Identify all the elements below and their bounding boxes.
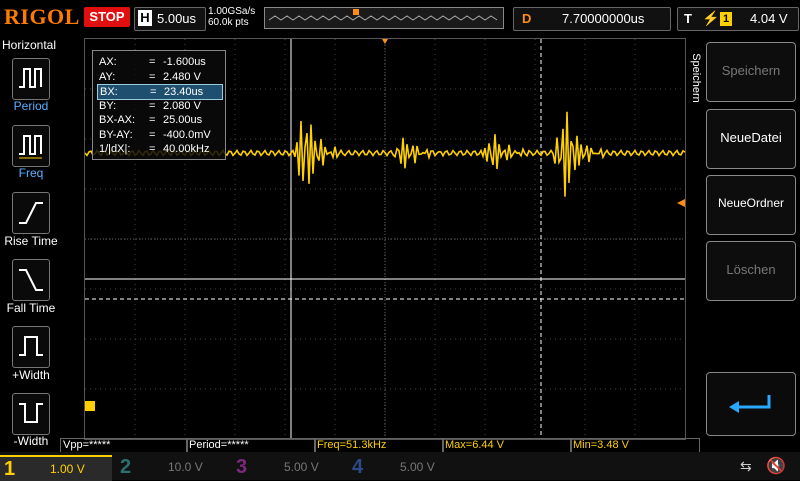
return-arrow-icon <box>729 395 771 413</box>
positive-width-icon <box>19 336 43 356</box>
cursor-row: 1/|dX|: = 40.00kHz <box>97 142 221 156</box>
fall-time-icon <box>19 269 43 291</box>
save-button-label: Speichern <box>721 63 781 78</box>
period-icon <box>19 68 42 88</box>
timebase-display[interactable]: H 5.00us <box>134 7 206 31</box>
memory-waveform-icon <box>268 9 498 21</box>
trigger-channel-badge: 1 <box>720 12 732 26</box>
trigger-label: T <box>684 11 692 26</box>
period-button[interactable] <box>12 58 50 100</box>
run-stop-indicator[interactable]: STOP <box>84 7 130 27</box>
channel-2-number: 2 <box>120 456 132 478</box>
measurement-freq: Freq=51.3kHz <box>314 438 444 453</box>
trigger-level-marker <box>677 199 685 207</box>
right-menu-title: Speichern <box>690 53 702 103</box>
freq-icon <box>19 135 42 159</box>
channel-3-scale: 5.00 V <box>284 460 319 474</box>
negative-width-label: -Width <box>13 434 49 448</box>
delay-display[interactable]: D 7.70000000us <box>513 7 671 31</box>
usb-icon: ⇆ <box>740 458 752 474</box>
cursor-row: AY: = 2.480 V <box>97 70 221 84</box>
channel-1-number: 1 <box>4 458 16 480</box>
fall-time-button[interactable] <box>12 259 50 301</box>
channel-1-scale: 1.00 V <box>50 462 85 476</box>
freq-label: Freq <box>18 166 44 180</box>
delay-value: 7.70000000us <box>562 11 645 26</box>
negative-width-icon <box>19 403 43 423</box>
measurement-min: Min=3.48 V <box>570 438 700 453</box>
mute-speaker-icon: 🔇 <box>766 458 786 475</box>
channel-1-ground-marker <box>85 401 95 411</box>
cursor-key: BY: <box>99 99 117 112</box>
cursor-key: BX: <box>100 86 118 98</box>
cursor-value: 2.480 V <box>163 70 201 83</box>
cursor-equals: = <box>149 99 156 112</box>
channel-3-tab[interactable]: 3 5.00 V <box>232 455 344 479</box>
channel-4-tab[interactable]: 4 5.00 V <box>348 455 460 479</box>
negative-width-button[interactable] <box>12 393 50 435</box>
delay-label: D <box>522 11 532 26</box>
cursor-value: 23.40us <box>164 86 204 98</box>
cursor-row: BY: = 2.080 V <box>97 99 221 113</box>
rise-time-button[interactable] <box>12 192 50 234</box>
positive-width-label: +Width <box>12 368 50 382</box>
cursor-key: BY-AY: <box>99 128 133 141</box>
new-file-button[interactable]: NeueDatei <box>706 109 796 169</box>
fall-time-label: Fall Time <box>6 301 56 315</box>
trigger-display[interactable]: T ⚡ 1 4.04 V <box>677 7 799 31</box>
cursor-equals: = <box>149 70 156 83</box>
cursor-key: AX: <box>99 56 117 68</box>
timebase-label: H <box>138 10 152 26</box>
cursor-key: BX-AX: <box>99 114 136 126</box>
new-folder-button-label: NeueOrdner <box>717 196 785 210</box>
cursor-row: AX: = -1.600us <box>97 55 221 69</box>
period-label: Period <box>13 99 49 113</box>
new-folder-button[interactable]: NeueOrdner <box>706 175 796 235</box>
channel-1-tab[interactable]: 1 1.00 V <box>0 455 112 481</box>
delete-button-label: Löschen <box>726 262 776 277</box>
rise-time-icon <box>19 202 43 224</box>
cursor-row: BY-AY: = -400.0mV <box>97 128 221 142</box>
cursor-value: 2.080 V <box>163 99 201 112</box>
sample-rate-info: 1.00GSa/s 60.0k pts <box>208 6 255 28</box>
cursor-equals: = <box>149 56 156 68</box>
channel-2-scale: 10.0 V <box>168 460 203 474</box>
channel-3-number: 3 <box>236 456 248 478</box>
cursor-key: 1/|dX|: <box>99 143 131 155</box>
cursor-value: 25.00us <box>163 114 203 126</box>
cursor-equals: = <box>149 128 156 141</box>
new-file-button-label: NeueDatei <box>720 130 782 145</box>
cursor-value: 40.00kHz <box>163 143 210 155</box>
channel-4-scale: 5.00 V <box>400 460 435 474</box>
trigger-position-marker <box>382 39 388 44</box>
memory-overview-strip[interactable] <box>264 7 504 29</box>
sample-rate: 1.00GSa/s <box>208 6 256 17</box>
cursor-equals: = <box>149 143 156 155</box>
cursor-equals: = <box>150 86 157 98</box>
measurement-vpp: Vpp=***** <box>60 438 188 453</box>
rise-time-label: Rise Time <box>4 234 58 248</box>
freq-button[interactable] <box>12 125 50 167</box>
cursor-value: -1.600us <box>163 56 206 68</box>
left-menu-title: Horizontal <box>2 38 57 52</box>
cursor-row: BX-AX: = 25.00us <box>97 113 221 127</box>
memory-depth: 60.0k pts <box>208 17 249 28</box>
save-button[interactable]: Speichern <box>706 42 796 102</box>
measurement-period: Period=***** <box>186 438 316 453</box>
cursor-key: AY: <box>99 70 116 83</box>
channel-2-tab[interactable]: 2 10.0 V <box>116 455 228 479</box>
back-button[interactable] <box>706 372 796 436</box>
cursor-equals: = <box>149 114 156 126</box>
cursor-readout-panel: AX: = -1.600us AY: = 2.480 V BX: = 23.40us BY: = 2.… <box>92 50 226 160</box>
brand-logo: RIGOL <box>4 4 80 29</box>
cursor-value: -400.0mV <box>163 128 211 141</box>
rising-edge-icon: ⚡ <box>702 10 720 26</box>
channel-4-number: 4 <box>352 456 364 478</box>
trigger-level: 4.04 V <box>750 11 788 26</box>
delete-button[interactable]: Löschen <box>706 241 796 301</box>
timebase-value: 5.00us <box>157 11 197 26</box>
positive-width-button[interactable] <box>12 326 50 368</box>
measurement-max: Max=6.44 V <box>442 438 572 453</box>
